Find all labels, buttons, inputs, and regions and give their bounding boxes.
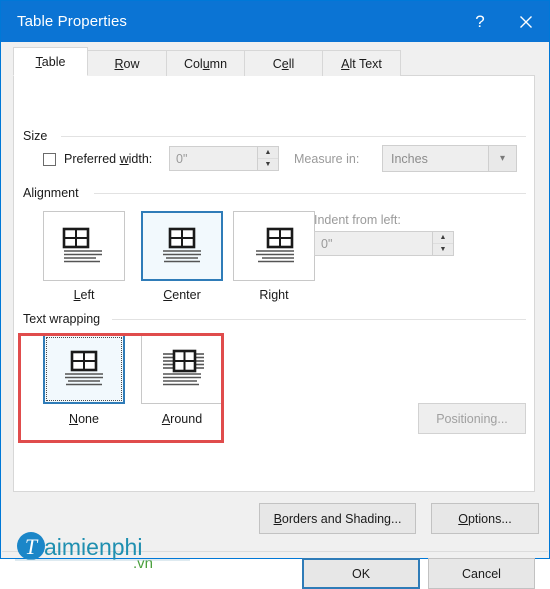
table-align-left-icon (62, 227, 102, 263)
tab-row[interactable]: Row (87, 50, 167, 76)
preferred-width-checkbox[interactable] (43, 152, 56, 166)
borders-and-shading-accel: B (273, 511, 282, 526)
alignment-group-label: Alignment (23, 186, 85, 200)
wrapping-around-label: round (170, 412, 203, 426)
wrapping-none-accel: N (69, 412, 79, 426)
preferred-width-label-pre: Preferred (64, 152, 120, 166)
chevron-down-icon[interactable]: ▾ (488, 146, 516, 171)
alignment-option-left-caption: Left (43, 288, 125, 302)
borders-and-shading-button[interactable]: Borders and Shading... (259, 503, 416, 534)
tab-row-accel: R (114, 57, 124, 71)
watermark-logo: T aimienphi .vn (15, 529, 190, 572)
dialog-body: Table Row Column Cell Alt Text Size Pref… (1, 42, 549, 589)
tab-table[interactable]: Table (13, 47, 88, 76)
preferred-width-checkbox-row[interactable]: Preferred width: (43, 152, 152, 166)
tab-table-label: able (41, 55, 66, 69)
size-group-rule (61, 136, 526, 137)
preferred-width-stepper-buttons[interactable]: ▲ ▼ (257, 147, 278, 170)
alignment-left-label: eft (80, 288, 95, 302)
wrapping-none-label: one (78, 412, 99, 426)
alignment-group-rule (94, 193, 526, 194)
preferred-width-label: Preferred width: (64, 152, 152, 166)
wrapping-around-accel: A (161, 412, 171, 426)
measure-in-dropdown[interactable]: Inches ▾ (382, 145, 517, 172)
wrapping-option-none-caption: None (43, 412, 125, 426)
preferred-width-label-accel: w (119, 152, 129, 166)
svg-text:.vn: .vn (133, 555, 153, 571)
alignment-right-label: ht (278, 288, 289, 302)
indent-from-left-label: Indent from left: (314, 213, 401, 227)
alignment-center-label: enter (172, 288, 201, 302)
tab-column-accel: u (202, 57, 210, 71)
table-align-center-icon (163, 227, 201, 263)
svg-text:T: T (25, 534, 39, 559)
alignment-option-right[interactable] (233, 211, 315, 281)
text-wrapping-group-rule (112, 319, 526, 320)
indent-stepper-buttons[interactable]: ▲ ▼ (432, 232, 453, 255)
stepper-up-icon[interactable]: ▲ (433, 232, 453, 244)
preferred-width-stepper[interactable]: 0" ▲ ▼ (169, 146, 279, 171)
ok-button[interactable]: OK (302, 558, 420, 589)
preferred-width-value[interactable]: 0" (170, 147, 257, 170)
text-wrapping-group-label: Text wrapping (23, 312, 107, 326)
wrap-around-icon (163, 349, 204, 386)
alignment-right-prefix: Ri (259, 288, 272, 302)
alignment-option-right-caption: Right (233, 288, 315, 302)
table-align-right-icon (256, 227, 294, 263)
svg-text:aimienphi: aimienphi (44, 534, 142, 560)
indent-from-left-stepper[interactable]: 0" ▲ ▼ (314, 231, 454, 256)
options-button[interactable]: Options... (431, 503, 539, 534)
tab-column-prefix: Col (183, 57, 203, 71)
tab-cell-accel: e (281, 57, 289, 71)
measure-in-label: Measure in: (294, 152, 360, 166)
options-button-accel: O (458, 511, 468, 526)
alignment-center-accel: C (163, 288, 173, 302)
stepper-up-icon[interactable]: ▲ (258, 147, 278, 159)
table-tab-panel: Size Preferred width: 0" ▲ ▼ Measure in:… (13, 75, 539, 534)
close-icon[interactable] (503, 1, 549, 42)
tab-alt-text[interactable]: Alt Text (322, 50, 401, 76)
preferred-width-label-post: idth: (128, 152, 153, 166)
wrap-none-icon (65, 350, 103, 386)
size-group-label: Size (23, 129, 54, 143)
indent-from-left-value[interactable]: 0" (315, 232, 432, 255)
wrapping-option-around-caption: Around (141, 412, 223, 426)
positioning-button-label: Positioning... (436, 411, 508, 426)
stepper-down-icon[interactable]: ▼ (258, 159, 278, 170)
tab-row-label: ow (123, 57, 140, 71)
tab-alt-text-label: lt Text (349, 57, 382, 71)
title-bar: Table Properties ? (1, 1, 549, 42)
tab-cell-prefix: C (272, 57, 282, 71)
tab-column-label: mn (209, 57, 228, 71)
stepper-down-icon[interactable]: ▼ (433, 244, 453, 255)
help-icon[interactable]: ? (457, 1, 503, 42)
alignment-option-center-caption: Center (141, 288, 223, 302)
cancel-button-label: Cancel (462, 566, 501, 581)
wrapping-option-around[interactable] (141, 334, 223, 404)
alignment-option-left[interactable] (43, 211, 125, 281)
tab-cell-label: ll (288, 57, 295, 71)
tab-cell[interactable]: Cell (244, 50, 323, 76)
tab-strip: Table Row Column Cell Alt Text (13, 47, 535, 76)
cancel-button[interactable]: Cancel (428, 558, 535, 589)
options-button-label: ptions... (467, 511, 512, 526)
measure-in-value: Inches (391, 151, 428, 166)
borders-and-shading-label: orders and Shading... (281, 511, 402, 526)
wrapping-option-none[interactable] (43, 334, 125, 404)
table-properties-dialog: Table Properties ? Table Row Column Cell… (0, 0, 550, 589)
alignment-left-accel: L (73, 288, 81, 302)
window-title: Table Properties (17, 13, 127, 30)
alignment-option-center[interactable] (141, 211, 223, 281)
title-bar-buttons: ? (457, 1, 549, 42)
tab-column[interactable]: Column (166, 50, 245, 76)
ok-button-label: OK (351, 566, 371, 581)
positioning-button[interactable]: Positioning... (418, 403, 526, 434)
